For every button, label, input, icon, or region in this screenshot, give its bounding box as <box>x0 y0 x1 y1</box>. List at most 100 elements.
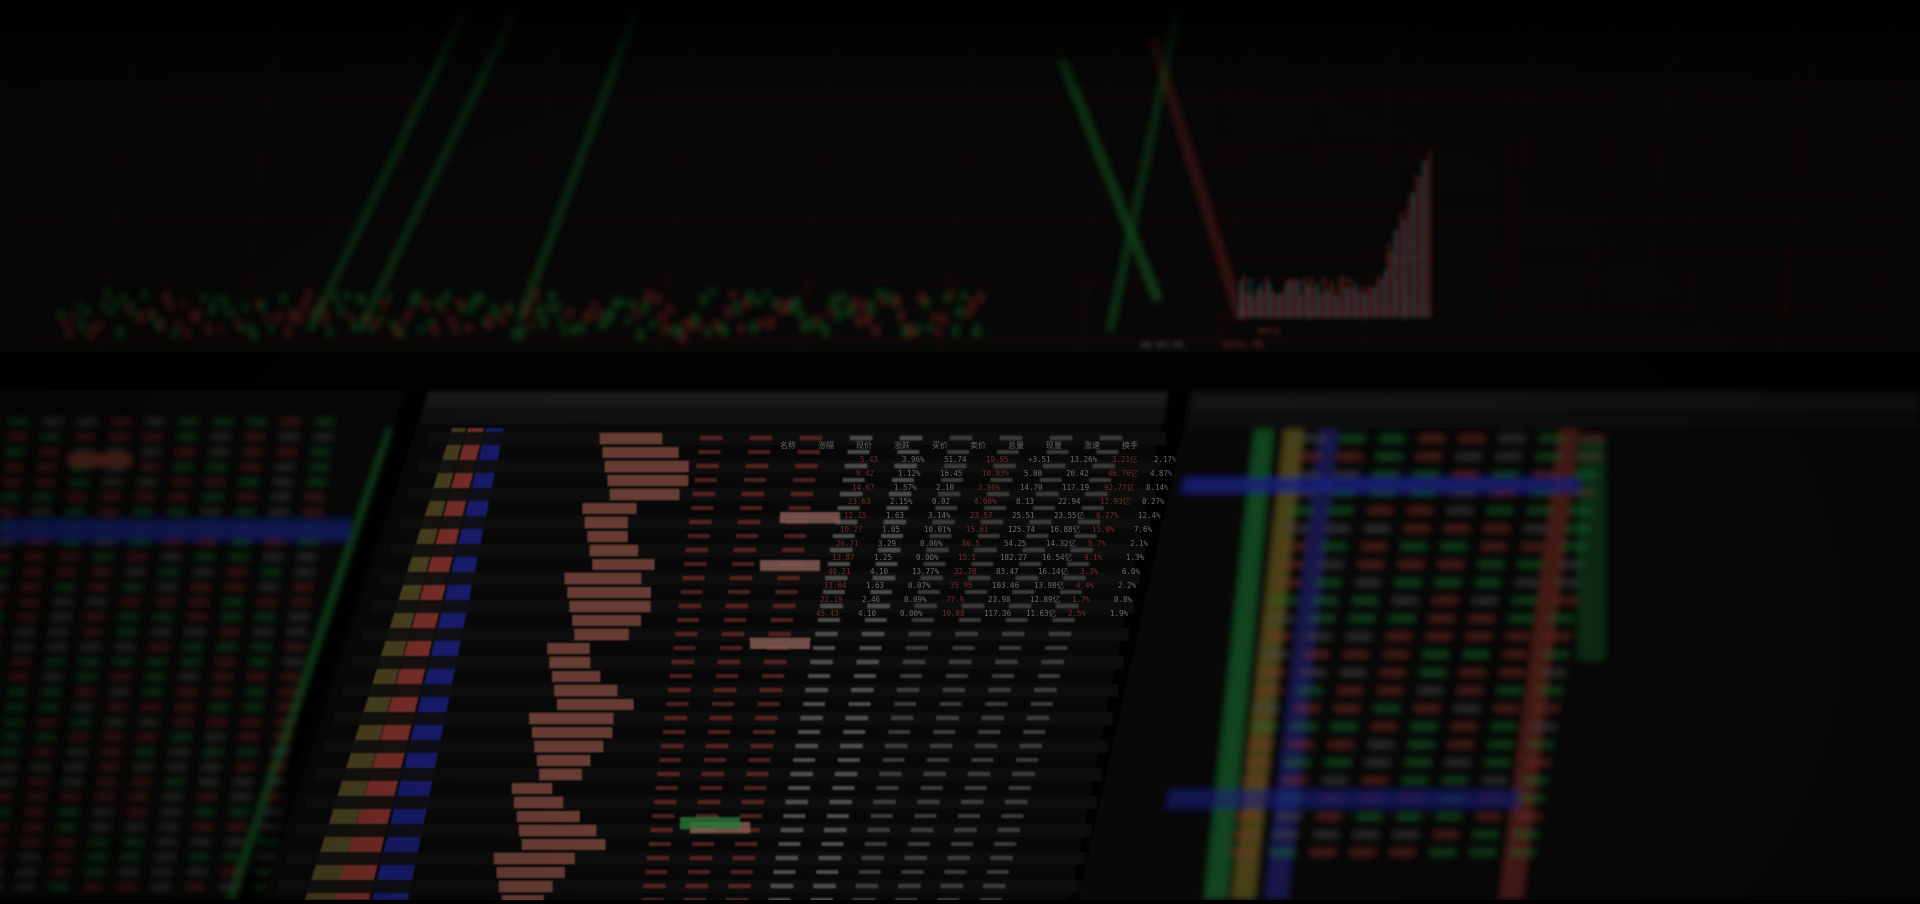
volume-bar <box>1252 297 1255 318</box>
left-cell <box>48 645 66 649</box>
left-cell <box>244 450 262 454</box>
depth-tick <box>1180 138 1189 142</box>
table-cell: 10.27 <box>840 525 863 534</box>
price-candle <box>492 305 495 314</box>
cell-value <box>662 730 685 734</box>
price-candle <box>148 310 151 318</box>
cell-value <box>1023 730 1046 734</box>
right-cell <box>1267 634 1291 639</box>
price-candle <box>547 304 550 312</box>
left-cell <box>272 495 290 499</box>
right-cell <box>1455 706 1479 711</box>
left-cell <box>60 810 78 814</box>
cell-value <box>879 772 902 776</box>
right-cell <box>1454 472 1478 477</box>
price-candle <box>219 326 222 331</box>
left-cell <box>136 750 154 754</box>
left-cell <box>20 600 38 604</box>
cell-value <box>735 842 758 846</box>
volume-bar <box>1380 279 1383 318</box>
right-cell <box>1264 652 1288 657</box>
left-cell <box>172 480 190 484</box>
left-cell <box>84 885 102 889</box>
right-cell <box>1443 778 1467 783</box>
right-cell <box>1337 454 1361 459</box>
depth-tick <box>1211 236 1220 240</box>
volume-bar <box>1268 283 1271 318</box>
price-candle <box>64 320 67 328</box>
right-cell <box>1387 634 1411 639</box>
column-header: 买价 <box>932 441 948 450</box>
depth-tick <box>1079 108 1086 113</box>
cell-value <box>824 828 847 832</box>
right-cell <box>1356 580 1380 585</box>
right-cell <box>1297 454 1321 459</box>
price-candle <box>496 311 499 317</box>
depth-tick <box>1093 144 1100 149</box>
price-candle <box>156 320 159 331</box>
volume-bar <box>1371 287 1373 318</box>
price-candle <box>732 292 734 299</box>
highlight-cell <box>521 839 606 850</box>
left-cell <box>0 555 10 559</box>
cell-value <box>1089 478 1112 482</box>
price-candle <box>933 314 936 321</box>
left-cell <box>4 465 22 469</box>
right-cell <box>1510 616 1534 621</box>
right-cell <box>1357 814 1381 819</box>
price-candle <box>198 311 201 317</box>
left-cell <box>266 795 284 799</box>
price-candle <box>123 294 125 303</box>
left-cell <box>68 495 86 499</box>
right-cell <box>1393 598 1417 603</box>
left-cell <box>26 810 44 814</box>
right-cell <box>1471 850 1495 855</box>
price-candle <box>627 318 629 323</box>
price-candle <box>803 324 806 331</box>
cell-value <box>867 604 890 608</box>
right-cell <box>1332 724 1356 729</box>
price-candle <box>152 311 155 320</box>
price-candle <box>895 296 898 307</box>
left-cell <box>42 435 60 439</box>
right-cell <box>1335 706 1359 711</box>
price-candle <box>81 320 83 330</box>
left-cell <box>214 420 232 424</box>
left-cell <box>240 480 258 484</box>
left-cell <box>278 705 296 709</box>
left-cell <box>270 765 288 769</box>
price-candle <box>568 308 571 317</box>
left-cell <box>202 765 220 769</box>
price-candle <box>223 296 226 308</box>
right-cell <box>1374 472 1398 477</box>
table-cell: 13.26% <box>1070 455 1098 464</box>
left-cell <box>290 615 308 619</box>
cell-value <box>675 632 698 636</box>
cell-value <box>971 562 994 566</box>
right-cell <box>1525 526 1549 531</box>
right-cell <box>1415 706 1439 711</box>
cell-value <box>1019 562 1042 566</box>
right-cell <box>1519 562 1543 567</box>
left-cell <box>18 870 36 874</box>
cell-value <box>923 772 946 776</box>
price-candle <box>681 329 684 342</box>
price-candle <box>925 299 928 307</box>
left-cell <box>146 675 164 679</box>
left-cell <box>162 810 180 814</box>
depth-tick <box>1151 288 1158 293</box>
right-cell <box>1340 436 1364 441</box>
cell-value <box>878 548 901 552</box>
depth-tick <box>1096 150 1102 155</box>
left-cell <box>278 450 296 454</box>
highlight-cell <box>516 811 580 822</box>
left-cell <box>294 585 312 589</box>
column-header: 换手 <box>1122 440 1138 450</box>
price-candle <box>694 314 697 325</box>
cell-value <box>861 856 884 860</box>
depth-tick <box>1148 282 1155 287</box>
price-candle <box>131 303 134 309</box>
left-cell <box>96 540 114 544</box>
price-candle <box>475 295 478 303</box>
left-cell <box>194 825 212 829</box>
